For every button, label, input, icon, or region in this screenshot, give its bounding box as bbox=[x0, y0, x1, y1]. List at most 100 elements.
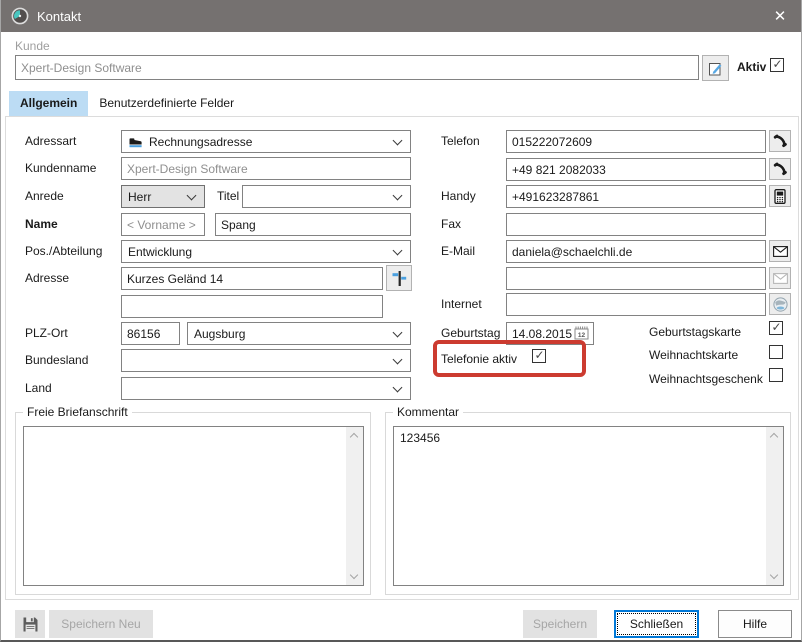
titel-combo[interactable] bbox=[242, 185, 411, 208]
telefonie-aktiv-checkbox[interactable] bbox=[532, 349, 546, 363]
telefon-label: Telefon bbox=[441, 134, 480, 148]
chevron-down-icon bbox=[393, 328, 403, 338]
chevron-down-icon bbox=[393, 246, 403, 256]
adressart-label: Adressart bbox=[25, 134, 76, 148]
adresse2-input[interactable] bbox=[121, 295, 383, 318]
speichern-button[interactable]: Speichern bbox=[523, 610, 597, 638]
chevron-down-icon bbox=[393, 355, 403, 365]
ort-value: Augsburg bbox=[194, 327, 245, 341]
weihnachtsgeschenk-label: Weihnachtsgeschenk bbox=[649, 372, 763, 386]
kommentar-scrollbar[interactable] bbox=[766, 427, 783, 585]
scroll-down-icon bbox=[770, 571, 778, 579]
app-clock-icon bbox=[11, 7, 29, 25]
adressart-value: Rechnungsadresse bbox=[149, 135, 252, 149]
mail-icon bbox=[773, 273, 788, 284]
globe-icon bbox=[773, 297, 788, 312]
close-icon[interactable]: ✕ bbox=[769, 7, 791, 25]
send-email1-button[interactable] bbox=[769, 240, 791, 262]
telefon1-input[interactable] bbox=[506, 130, 766, 153]
aktiv-checkbox[interactable] bbox=[770, 58, 784, 72]
anrede-value: Herr bbox=[128, 190, 151, 204]
hilfe-button[interactable]: Hilfe bbox=[718, 610, 792, 638]
floppy-disk-icon bbox=[22, 616, 39, 633]
svg-text:12: 12 bbox=[578, 332, 586, 339]
map-signpost-button[interactable] bbox=[386, 265, 412, 291]
kontakt-dialog: Kontakt ✕ Kunde Aktiv Allgemein Benutzer… bbox=[0, 0, 802, 642]
pos-abteilung-value: Entwicklung bbox=[128, 245, 192, 259]
call-telefon1-button[interactable] bbox=[769, 130, 791, 152]
kundenname-input[interactable] bbox=[121, 157, 411, 180]
titlebar: Kontakt ✕ bbox=[1, 0, 801, 32]
save-icon-button[interactable] bbox=[15, 610, 45, 638]
tab-allgemein[interactable]: Allgemein bbox=[9, 91, 88, 116]
schliessen-button[interactable]: Schließen bbox=[614, 610, 699, 638]
telefonie-aktiv-label: Telefonie aktiv bbox=[441, 352, 517, 366]
scroll-up-icon bbox=[770, 433, 778, 441]
geburtstagskarte-label: Geburtstagskarte bbox=[649, 325, 741, 339]
adressart-combo[interactable]: Rechnungsadresse bbox=[121, 130, 411, 153]
plz-input[interactable] bbox=[121, 322, 180, 345]
adresse-label: Adresse bbox=[25, 271, 69, 285]
bundesland-combo[interactable] bbox=[121, 349, 411, 372]
call-handy-button[interactable] bbox=[769, 185, 791, 207]
name-label: Name bbox=[25, 217, 58, 231]
land-combo[interactable] bbox=[121, 377, 411, 400]
speichern-neu-button[interactable]: Speichern Neu bbox=[49, 610, 153, 638]
pos-abteilung-combo[interactable]: Entwicklung bbox=[121, 240, 411, 263]
open-website-button[interactable] bbox=[769, 293, 791, 315]
invoice-address-icon bbox=[128, 135, 143, 148]
signpost-icon bbox=[391, 270, 408, 287]
fax-label: Fax bbox=[441, 217, 461, 231]
bundesland-label: Bundesland bbox=[25, 353, 88, 367]
briefanschrift-group-title: Freie Briefanschrift bbox=[23, 405, 132, 419]
adresse-input[interactable] bbox=[121, 267, 383, 290]
tab-benutzerdefinierte-felder[interactable]: Benutzerdefinierte Felder bbox=[88, 91, 245, 116]
internet-input[interactable] bbox=[506, 293, 766, 316]
scroll-down-icon bbox=[350, 571, 358, 579]
geburtstagskarte-checkbox[interactable] bbox=[769, 321, 783, 335]
fax-input[interactable] bbox=[506, 213, 766, 236]
window-title: Kontakt bbox=[37, 9, 81, 24]
tab-strip: Allgemein Benutzerdefinierte Felder bbox=[9, 91, 245, 116]
email1-input[interactable] bbox=[506, 240, 766, 263]
weihnachtsgeschenk-checkbox[interactable] bbox=[769, 368, 783, 382]
email-label: E-Mail bbox=[441, 244, 475, 258]
anrede-label: Anrede bbox=[25, 189, 64, 203]
kundenname-label: Kundenname bbox=[25, 161, 96, 175]
briefanschrift-textarea[interactable] bbox=[23, 426, 364, 586]
anrede-combo[interactable]: Herr bbox=[121, 185, 205, 208]
kunde-input[interactable] bbox=[15, 55, 699, 80]
chevron-down-icon bbox=[393, 136, 403, 146]
mobile-phone-icon bbox=[774, 189, 786, 204]
kommentar-group-title: Kommentar bbox=[393, 405, 463, 419]
phone-icon bbox=[772, 161, 788, 177]
kunde-label: Kunde bbox=[15, 39, 50, 53]
handy-input[interactable] bbox=[506, 185, 766, 208]
phone-icon bbox=[772, 133, 788, 149]
land-label: Land bbox=[25, 381, 52, 395]
chevron-down-icon bbox=[187, 191, 197, 201]
nachname-input[interactable] bbox=[215, 213, 411, 236]
mail-icon bbox=[773, 246, 788, 257]
telefon2-input[interactable] bbox=[506, 158, 766, 181]
email2-input[interactable] bbox=[506, 267, 766, 290]
chevron-down-icon bbox=[393, 191, 403, 201]
calendar-icon[interactable]: 12 bbox=[574, 326, 589, 340]
send-email2-button[interactable] bbox=[769, 267, 791, 289]
edit-note-button[interactable] bbox=[702, 55, 729, 81]
weihnachtskarte-checkbox[interactable] bbox=[769, 345, 783, 359]
edit-note-icon bbox=[707, 60, 724, 77]
titel-label: Titel bbox=[217, 189, 239, 203]
ort-combo[interactable]: Augsburg bbox=[187, 322, 411, 345]
geburtstag-label: Geburtstag bbox=[441, 326, 500, 340]
kommentar-textarea[interactable]: 123456 bbox=[393, 426, 784, 586]
pos-abteilung-label: Pos./Abteilung bbox=[25, 244, 102, 258]
call-telefon2-button[interactable] bbox=[769, 158, 791, 180]
scroll-up-icon bbox=[350, 433, 358, 441]
vorname-input[interactable] bbox=[121, 213, 205, 236]
briefanschrift-scrollbar[interactable] bbox=[346, 427, 363, 585]
weihnachtskarte-label: Weihnachtskarte bbox=[649, 348, 738, 362]
plz-ort-label: PLZ-Ort bbox=[25, 326, 68, 340]
chevron-down-icon bbox=[393, 383, 403, 393]
aktiv-label: Aktiv bbox=[737, 60, 766, 74]
